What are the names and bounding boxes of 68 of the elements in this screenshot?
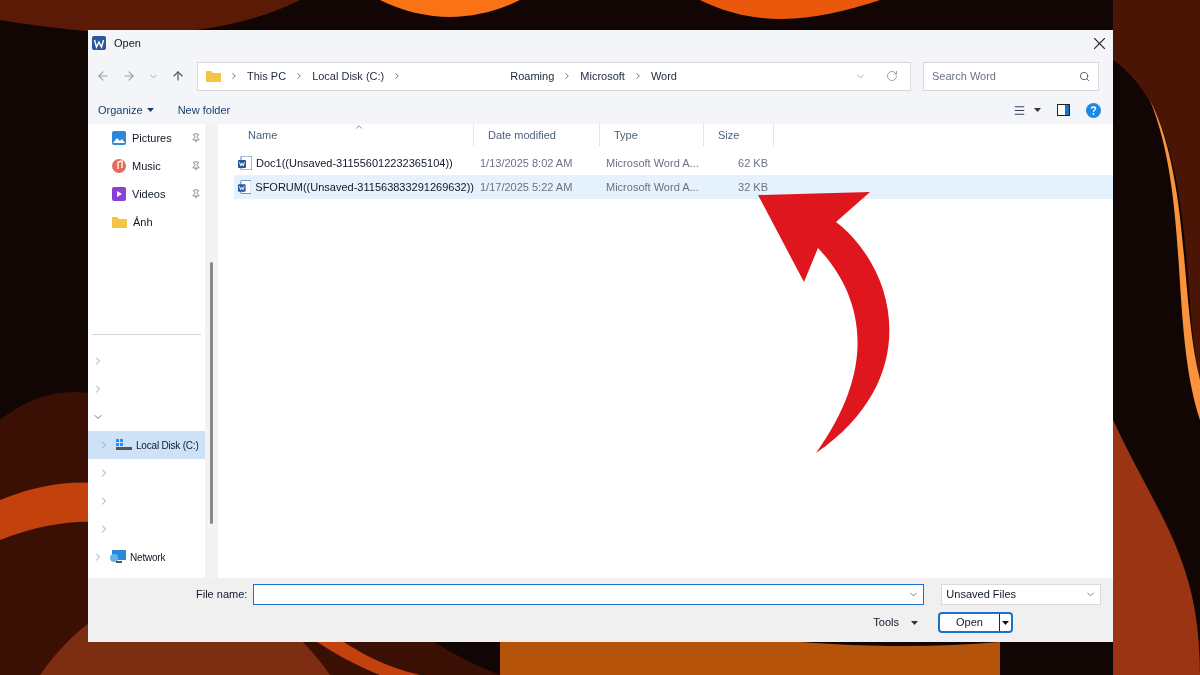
type-cell: Microsoft Word A... [606,180,699,193]
music-icon [112,159,126,173]
caret-icon[interactable] [146,108,154,112]
document-icon [238,156,252,170]
breadcrumb[interactable]: Microsoft [580,67,625,85]
search-icon[interactable] [1079,70,1090,82]
breadcrumb[interactable]: Roaming [510,67,555,85]
pin-icon[interactable] [191,161,201,171]
column-header[interactable]: Name [234,124,474,146]
date-cell: 1/17/2025 5:22 AM [480,180,573,193]
separator-icon [229,71,239,81]
address-bar[interactable]: This PC Local Disk (C:) Roaming Microsoft Word [197,61,911,91]
videos-icon [112,187,126,201]
network-icon [110,550,126,564]
file-name: SFORUM((Unsaved-311563833291269632)) [255,179,474,195]
quick-access-item[interactable]: Music [88,152,205,180]
file-row[interactable]: SFORUM((Unsaved-311563833291269632)) 1/17/2025 5:22 AM Microsoft Word A... 32 KB [234,175,1113,199]
tools-menu[interactable]: Tools [873,614,918,631]
pin-icon[interactable] [191,133,201,143]
pictures-icon [112,131,126,145]
caret-icon[interactable] [1002,620,1009,625]
type-cell: Microsoft Word A... [606,156,699,169]
quick-access-item[interactable]: Ảnh [88,208,205,236]
new-folder-button[interactable]: New folder [177,101,231,119]
breadcrumb[interactable]: This PC [247,67,287,85]
breadcrumb[interactable]: Word [650,67,677,85]
back-icon[interactable] [96,69,110,83]
size-cell: 32 KB [738,180,768,193]
file-name-label: File name: [196,587,248,603]
view-menu[interactable] [1013,103,1041,117]
open-button[interactable]: Open [938,612,1013,633]
drive-icon [116,439,132,451]
search-input[interactable]: Search Word [932,67,1079,85]
tree-label: Local Disk (C:) [136,438,199,453]
tree-item[interactable]: Network [88,543,205,571]
file-type-dropdown[interactable]: Unsaved Files [941,584,1101,605]
file-name: Doc1((Unsaved-311556012232365104)) [256,155,453,171]
column-header[interactable]: Date modified [474,124,600,146]
app-icon [92,36,106,50]
up-icon[interactable] [171,69,185,83]
breadcrumb[interactable]: Local Disk (C:) [312,67,385,85]
window-title: Open [114,35,141,51]
sort-up-icon [353,122,364,132]
file-row[interactable]: Doc1((Unsaved-311556012232365104)) 1/13/2025 8:02 AM Microsoft Word A... 62 KB [234,151,1113,175]
preview-pane-icon[interactable] [1057,104,1070,116]
caret-icon[interactable] [911,620,918,625]
quick-access-item[interactable]: Videos [88,180,205,208]
pin-icon[interactable] [191,189,201,199]
help-icon[interactable] [1086,102,1101,118]
organize-menu[interactable]: Organize [98,101,154,119]
refresh-icon[interactable] [886,70,898,82]
quick-access-item[interactable]: Pictures [88,124,205,152]
size-cell: 62 KB [738,156,768,169]
date-cell: 1/13/2025 8:02 AM [480,156,573,169]
search-field[interactable]: Search Word [923,61,1099,91]
scrollbar-thumb[interactable] [210,262,213,524]
tree-label: Network [130,550,166,565]
folder-icon [206,70,221,82]
file-name-field[interactable] [253,584,925,605]
caret-icon[interactable] [1034,108,1041,112]
tree-item[interactable]: Local Disk (C:) [88,431,205,459]
column-header[interactable]: Size [704,124,774,146]
forward-icon[interactable] [122,69,136,83]
document-icon [238,180,252,194]
list-view-icon[interactable] [1013,103,1026,117]
folder-icon [112,216,127,228]
close-icon[interactable] [1094,37,1105,49]
column-header[interactable]: Type [600,124,704,146]
